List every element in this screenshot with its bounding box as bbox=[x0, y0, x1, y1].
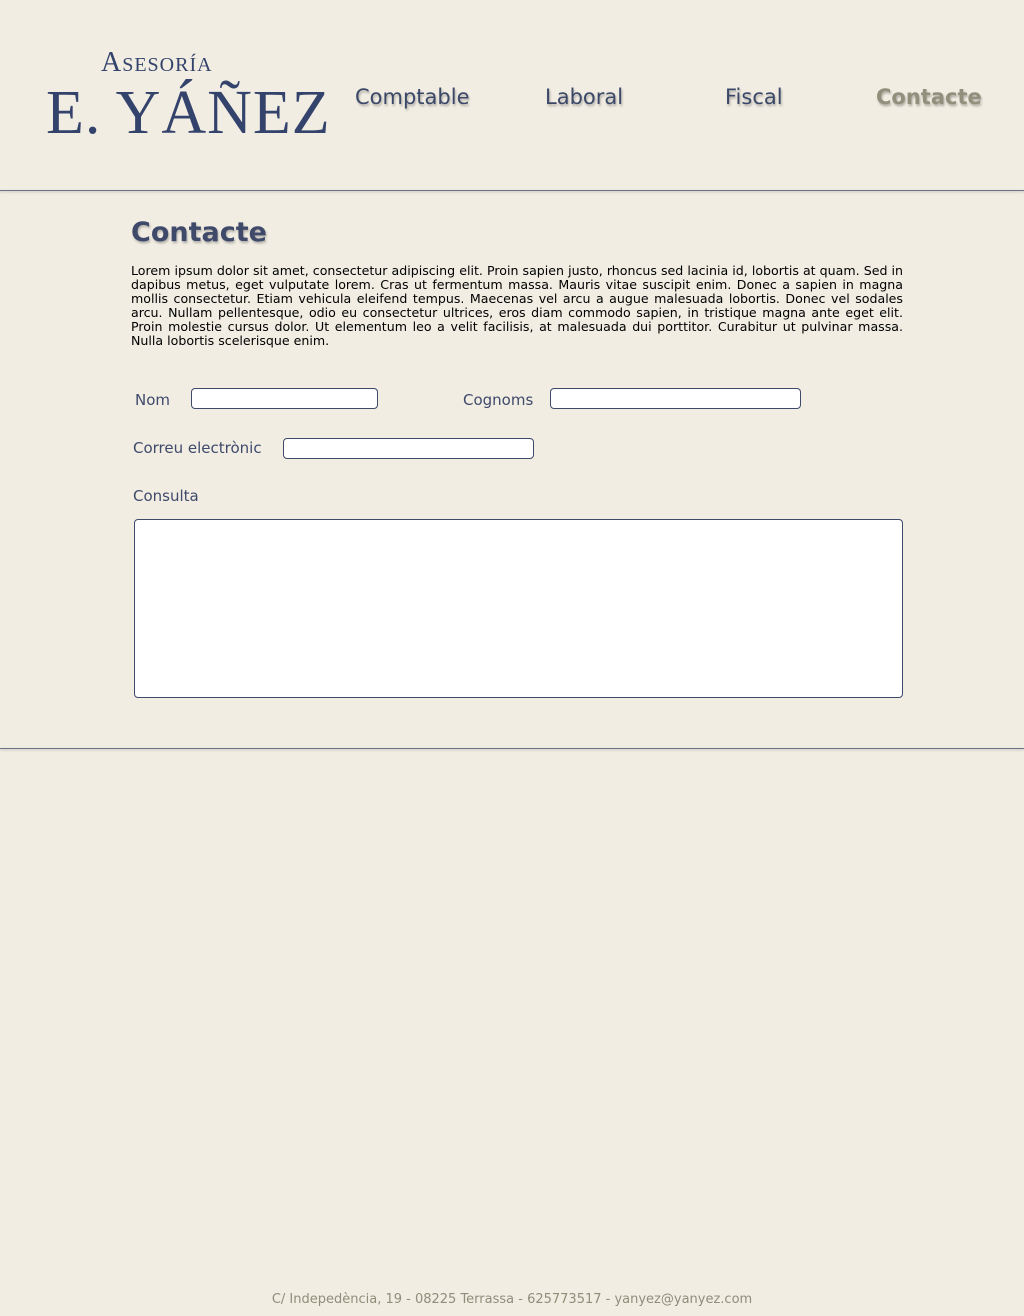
cognoms-input[interactable] bbox=[550, 388, 801, 409]
page-title: Contacte bbox=[131, 217, 267, 248]
nom-label: Nom bbox=[135, 391, 171, 409]
header-divider bbox=[0, 190, 1024, 191]
cognoms-label: Cognoms bbox=[463, 391, 534, 409]
consulta-textarea[interactable] bbox=[134, 519, 903, 698]
email-label: Correu electrònic bbox=[133, 439, 262, 457]
nav-item-laboral[interactable]: Laboral bbox=[545, 85, 623, 109]
email-input[interactable] bbox=[283, 438, 534, 459]
content-divider bbox=[0, 748, 1024, 749]
nom-input[interactable] bbox=[191, 388, 378, 409]
logo-title: E. YÁÑEZ bbox=[46, 79, 331, 147]
logo-subtitle: Asesoría bbox=[101, 47, 213, 78]
intro-paragraph: Lorem ipsum dolor sit amet, consectetur … bbox=[131, 263, 903, 348]
nav-item-comptable[interactable]: Comptable bbox=[355, 85, 470, 109]
nav-item-contacte[interactable]: Contacte bbox=[876, 85, 982, 109]
nav-item-fiscal[interactable]: Fiscal bbox=[725, 85, 783, 109]
consulta-label: Consulta bbox=[133, 487, 199, 505]
footer-contact-info: C/ Indepedència, 19 - 08225 Terrassa - 6… bbox=[271, 1292, 753, 1307]
